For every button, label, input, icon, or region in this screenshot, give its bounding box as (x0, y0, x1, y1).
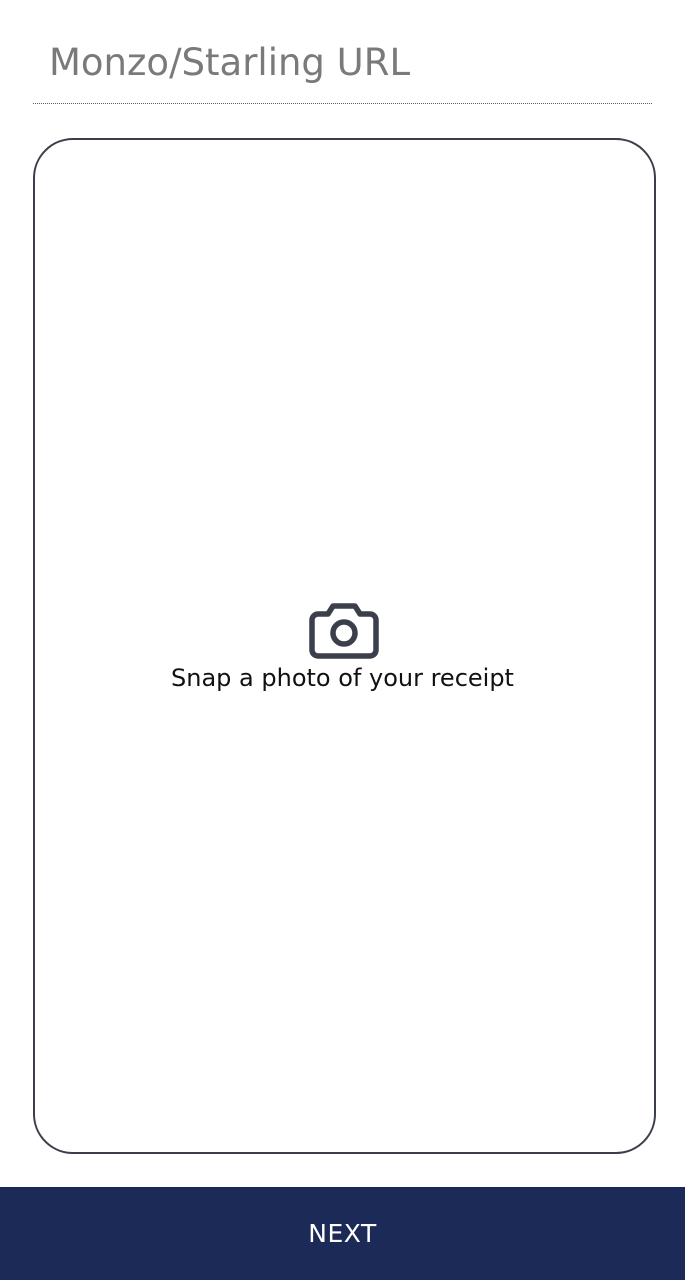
monzo-starling-url-input[interactable] (49, 36, 639, 88)
snap-photo-label[interactable]: Snap a photo of your receipt (0, 664, 685, 692)
next-button[interactable]: NEXT (0, 1187, 685, 1280)
receipt-screen: Snap a photo of your receipt NEXT (0, 0, 685, 1280)
next-button-label: NEXT (308, 1219, 377, 1248)
url-field (33, 22, 652, 104)
camera-icon[interactable] (309, 600, 379, 660)
